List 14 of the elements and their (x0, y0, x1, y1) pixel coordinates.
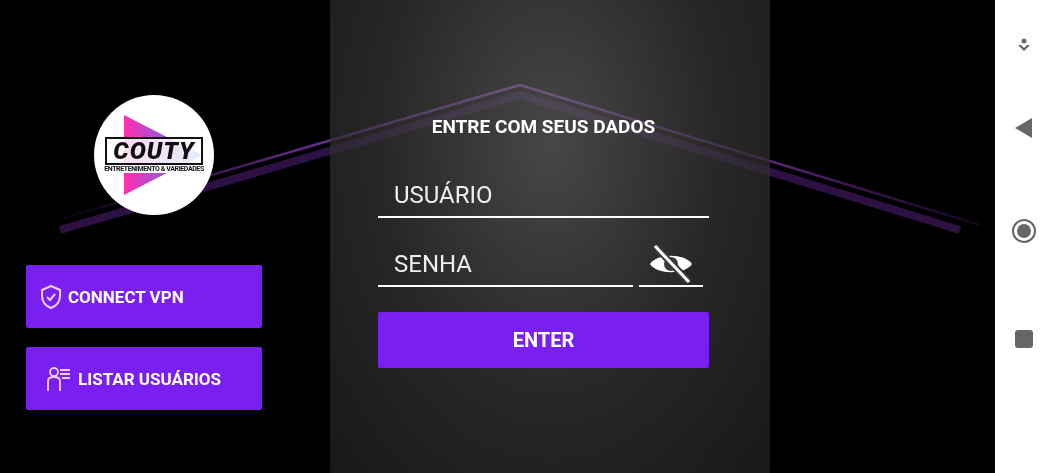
shield-check-icon (40, 284, 62, 309)
visibility-toggle[interactable] (639, 243, 703, 287)
enter-button[interactable]: ENTER (378, 312, 709, 368)
download-icon[interactable] (1016, 38, 1031, 52)
user-list-icon (46, 365, 72, 392)
list-users-button[interactable]: LISTAR USUÁRIOS (26, 347, 262, 410)
password-field[interactable]: SENHA (378, 243, 633, 287)
eye-off-icon (647, 242, 695, 286)
home-icon[interactable] (1010, 218, 1037, 244)
login-title: ENTRE COM SEUS DADOS (430, 115, 657, 138)
connect-vpn-button[interactable]: CONNECT VPN (26, 265, 262, 328)
username-field[interactable]: USUÁRIO (378, 174, 709, 218)
back-icon[interactable] (1014, 118, 1033, 138)
recents-icon[interactable] (1014, 330, 1033, 348)
